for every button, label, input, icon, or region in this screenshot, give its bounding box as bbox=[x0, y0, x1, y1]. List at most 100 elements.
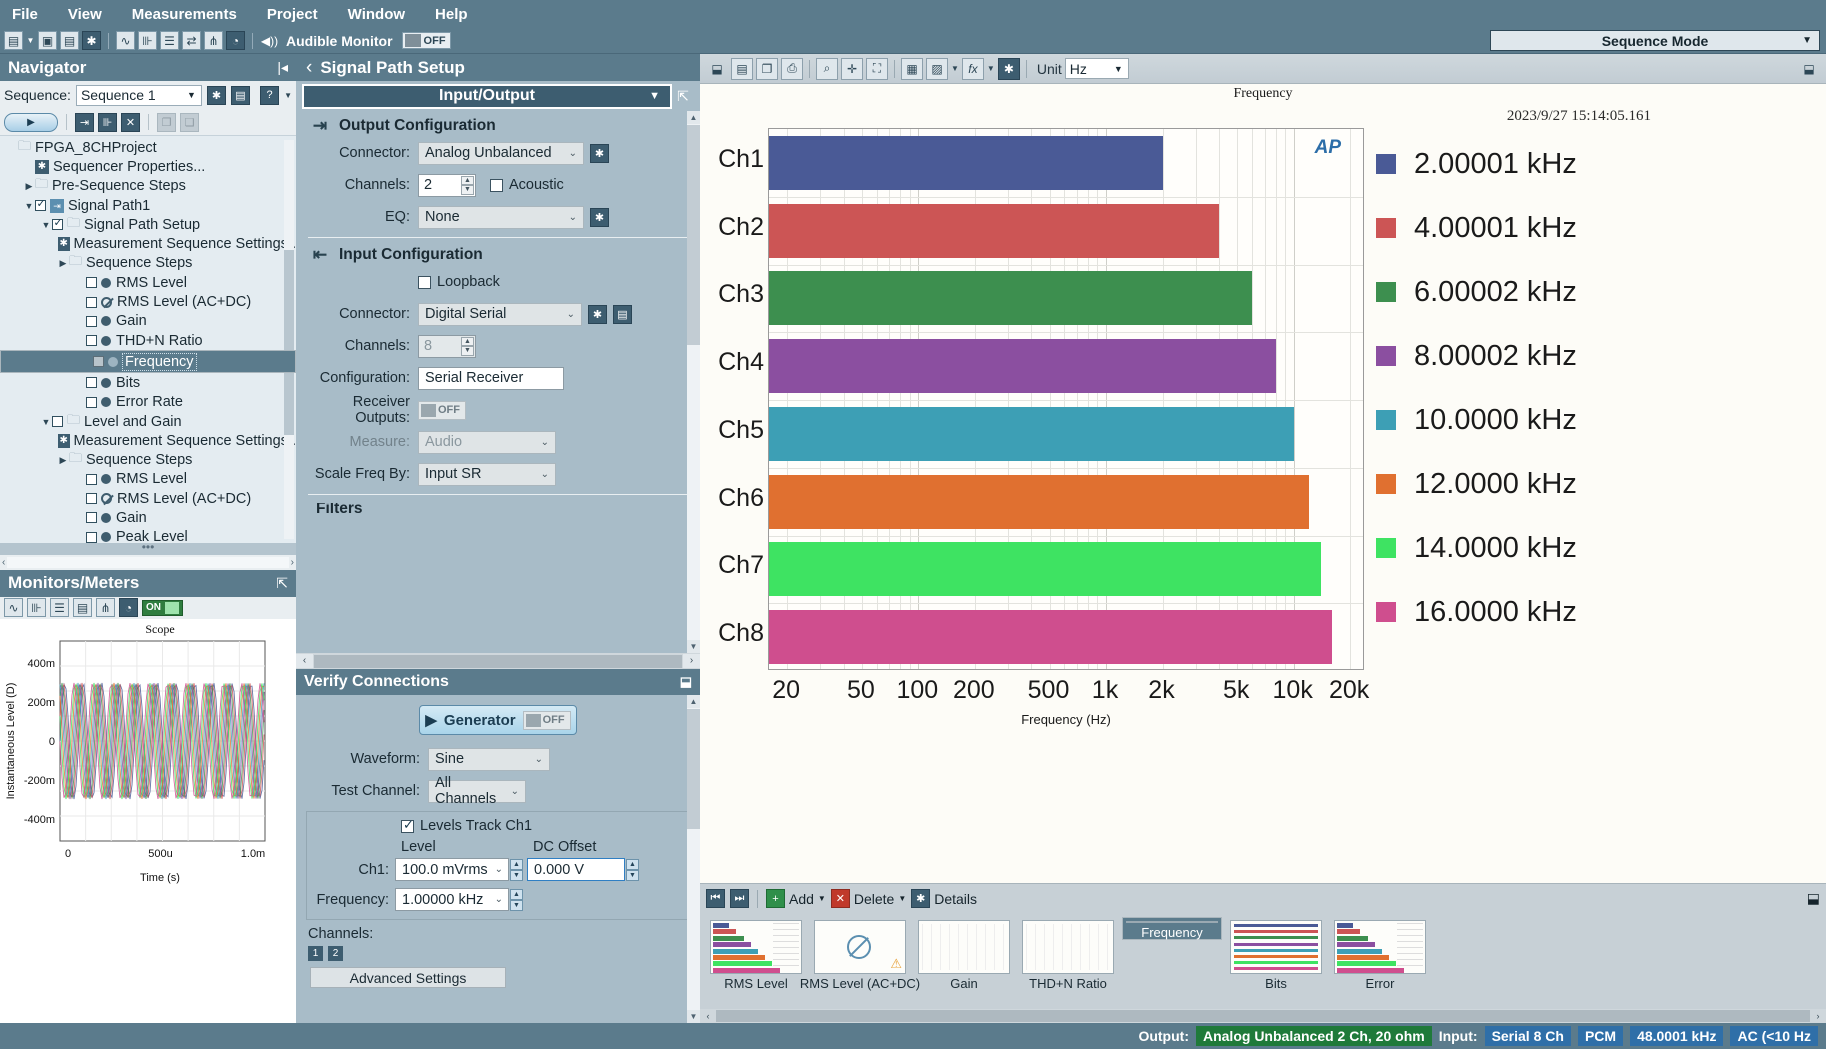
tree-checkbox[interactable] bbox=[52, 416, 63, 427]
menu-item-file[interactable]: File bbox=[12, 6, 38, 23]
scroll-track[interactable] bbox=[7, 556, 289, 568]
output-eq-select[interactable]: None ⌄ bbox=[418, 205, 584, 229]
tree-item-measurement-sequence-settings[interactable]: ✱ Measurement Sequence Settings.. bbox=[0, 431, 296, 450]
speaker-icon[interactable]: ◀)) bbox=[260, 31, 279, 50]
chevron-down-icon-2[interactable]: ▼ bbox=[987, 64, 995, 73]
bar-ch5[interactable] bbox=[769, 406, 1294, 461]
panel-splitter[interactable]: ••• bbox=[0, 541, 296, 555]
first-measurement-icon[interactable]: ⏮ bbox=[706, 889, 725, 908]
clock-icon[interactable]: ◔ bbox=[226, 31, 245, 50]
strip-h-scrollbar[interactable]: ‹ › bbox=[700, 1009, 1826, 1023]
output-connector-settings-icon[interactable]: ✱ bbox=[590, 143, 609, 163]
status-coupling-value[interactable]: AC (<10 Hz bbox=[1730, 1026, 1818, 1046]
zoom-icon[interactable]: ⌕ bbox=[816, 57, 838, 80]
acoustic-checkbox-row[interactable]: Acoustic bbox=[490, 177, 564, 193]
scroll-left-icon[interactable]: ‹ bbox=[700, 1011, 716, 1021]
output-channels-stepper[interactable]: ▲ ▼ bbox=[461, 175, 474, 195]
menu-item-measurements[interactable]: Measurements bbox=[132, 6, 237, 23]
help-icon[interactable]: ? bbox=[260, 85, 280, 105]
tree-item-rms-level-ac-dc[interactable]: RMS Level (AC+DC) bbox=[0, 292, 296, 311]
legend-row[interactable]: 10.0000 kHz bbox=[1376, 388, 1577, 452]
print-icon[interactable]: ⎙ bbox=[781, 57, 803, 80]
chevron-down-icon[interactable]: ▼ bbox=[23, 201, 35, 211]
bar-ch7[interactable] bbox=[769, 542, 1322, 597]
chevron-right-icon[interactable]: ▶ bbox=[23, 181, 35, 192]
legend-row[interactable]: 2.00001 kHz bbox=[1376, 132, 1577, 196]
bar-ch2[interactable] bbox=[769, 203, 1219, 258]
save-icon[interactable]: ▤ bbox=[731, 57, 753, 80]
scroll-right-icon[interactable]: › bbox=[291, 557, 294, 568]
scroll-thumb[interactable] bbox=[687, 125, 700, 345]
tree-item-measurement-sequence-settings[interactable]: ✱ Measurement Sequence Settings.. bbox=[0, 234, 296, 253]
scroll-track[interactable] bbox=[716, 1010, 1810, 1022]
sp-scrollbar[interactable]: ▲ ▼ bbox=[687, 111, 700, 653]
tree-item-frequency[interactable]: Frequency bbox=[0, 350, 296, 374]
bar-ch6[interactable] bbox=[769, 474, 1309, 529]
tree-item-fpga-8chproject[interactable]: 🗀 FPGA_8CHProject bbox=[0, 138, 296, 157]
tree-item-thd-n-ratio[interactable]: THD+N Ratio bbox=[0, 331, 296, 350]
bar-ch1[interactable] bbox=[769, 135, 1163, 190]
chevron-down-icon[interactable]: ▼ bbox=[26, 31, 35, 50]
tree-checkbox[interactable] bbox=[86, 531, 97, 543]
scroll-up-icon[interactable]: ▲ bbox=[687, 111, 700, 124]
thumbnail-thd-n-ratio[interactable]: THD+N Ratio bbox=[1018, 917, 1118, 994]
plot-area[interactable]: AP bbox=[768, 128, 1364, 670]
input-configuration-field[interactable]: Serial Receiver bbox=[418, 366, 564, 390]
tree-checkbox[interactable] bbox=[86, 377, 97, 389]
levels-track-checkbox[interactable] bbox=[401, 817, 414, 833]
move-icon[interactable]: ✛ bbox=[841, 57, 863, 80]
tree-h-scrollbar[interactable]: ‹ › bbox=[0, 554, 296, 570]
tree-item-sequence-steps[interactable]: ▶ 🗀 Sequence Steps bbox=[0, 450, 296, 469]
waveform-select[interactable]: Sine ⌄ bbox=[428, 747, 550, 771]
frequency-input[interactable]: 1.00000 kHz ⌄ bbox=[395, 888, 509, 911]
tree-item-gain[interactable]: Gain bbox=[0, 508, 296, 527]
tree-item-peak-level[interactable]: Peak Level bbox=[0, 528, 296, 543]
tree-item-pre-sequence-steps[interactable]: ▶ 🗀 Pre-Sequence Steps bbox=[0, 176, 296, 196]
loopback-checkbox-row[interactable]: Loopback bbox=[418, 274, 500, 290]
status-format-value[interactable]: PCM bbox=[1577, 1026, 1624, 1046]
list-icon[interactable]: ☰ bbox=[50, 598, 69, 617]
formula-icon[interactable]: fx bbox=[961, 57, 984, 80]
next-measurement-icon[interactable]: ⏭ bbox=[730, 889, 749, 908]
frequency-graph[interactable]: Frequency 2023/9/27 15:14:05.161 AP 20 50… bbox=[700, 84, 1826, 883]
spectrum-icon[interactable]: ⋔ bbox=[96, 598, 115, 617]
sp-h-scrollbar[interactable]: ‹ › bbox=[296, 653, 700, 669]
loopback-checkbox[interactable] bbox=[418, 275, 431, 289]
thumbnail-error[interactable]: Error bbox=[1330, 917, 1430, 994]
scroll-track[interactable] bbox=[314, 654, 682, 668]
delete-icon[interactable]: ✕ bbox=[121, 112, 140, 132]
chevron-down-icon[interactable]: ▼ bbox=[284, 91, 292, 100]
open-project-icon[interactable]: ▣ bbox=[38, 31, 57, 50]
add-signal-path-icon[interactable]: ⇥ bbox=[75, 112, 94, 132]
tree-item-level-and-gain[interactable]: ▼ 🗀 Level and Gain bbox=[0, 412, 296, 431]
tree-checkbox[interactable] bbox=[93, 356, 104, 368]
gear-icon[interactable]: ✱ bbox=[57, 433, 70, 448]
tree-checkbox[interactable] bbox=[86, 473, 97, 485]
generator-toggle[interactable]: OFF bbox=[522, 710, 571, 730]
new-file-icon[interactable]: ▤ bbox=[4, 31, 23, 50]
fit-icon[interactable]: ⛶ bbox=[866, 57, 888, 80]
receiver-outputs-toggle[interactable]: OFF bbox=[418, 400, 466, 420]
waveform-icon[interactable]: ∿ bbox=[116, 31, 135, 50]
legend-row[interactable]: 16.0000 kHz bbox=[1376, 580, 1577, 644]
chevron-down-icon[interactable]: ▼ bbox=[951, 64, 959, 73]
acoustic-checkbox[interactable] bbox=[490, 178, 503, 192]
legend-row[interactable]: 8.00002 kHz bbox=[1376, 324, 1577, 388]
add-measurement-icon[interactable]: ⊪ bbox=[98, 112, 117, 132]
delete-button[interactable]: ✕ Delete ▼ bbox=[830, 889, 906, 908]
tree-item-bits[interactable]: Bits bbox=[0, 373, 296, 392]
frequency-stepper[interactable]: ▲ ▼ bbox=[510, 888, 523, 911]
add-button[interactable]: + Add ▼ bbox=[766, 889, 826, 908]
navigator-tree[interactable]: 🗀 FPGA_8CHProject ✱ Sequencer Properties...… bbox=[0, 136, 296, 543]
sequence-lock-icon[interactable]: ▤ bbox=[230, 85, 250, 105]
popout-icon[interactable]: ⬓ bbox=[1798, 58, 1820, 80]
ch1-level-input[interactable]: 100.0 mVrms ⌄ bbox=[395, 858, 509, 881]
tree-item-rms-level[interactable]: RMS Level bbox=[0, 273, 296, 292]
tree-item-gain[interactable]: Gain bbox=[0, 312, 296, 331]
tree-checkbox[interactable] bbox=[52, 216, 63, 231]
chevron-down-icon[interactable]: ▼ bbox=[40, 220, 52, 230]
input-output-select[interactable]: Input/Output ▼ bbox=[302, 83, 672, 109]
scroll-thumb[interactable] bbox=[284, 250, 294, 435]
tree-checkbox[interactable] bbox=[86, 493, 97, 505]
output-channels-input[interactable]: 2 ▲ ▼ bbox=[418, 173, 476, 197]
